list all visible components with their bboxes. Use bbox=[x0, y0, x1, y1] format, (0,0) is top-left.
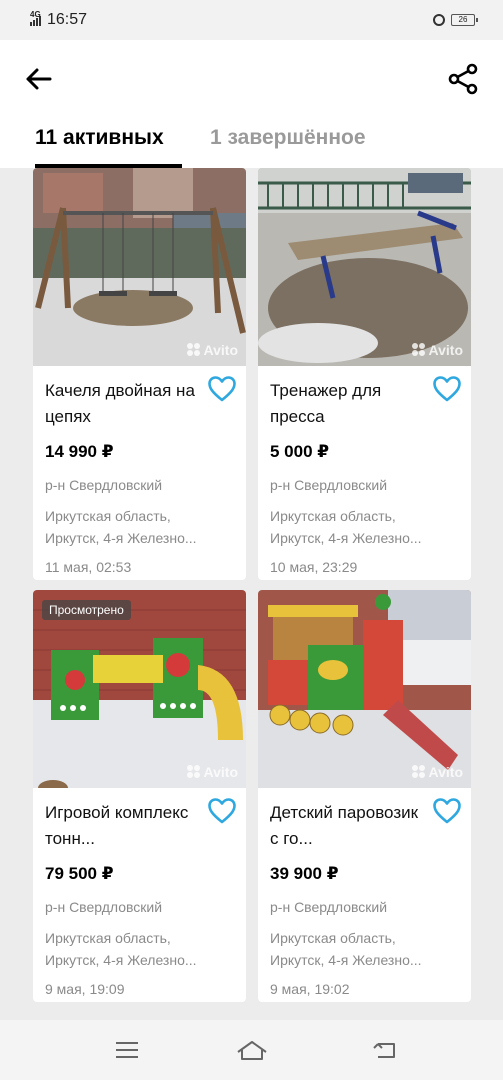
app-header: 11 активных 1 завершённое bbox=[0, 40, 503, 168]
listing-date: 11 мая, 02:53 bbox=[45, 559, 132, 575]
tab-finished[interactable]: 1 завершённое bbox=[210, 126, 366, 150]
listing-title[interactable]: Тренажер для пресса bbox=[270, 378, 420, 430]
system-nav-bar bbox=[0, 1020, 503, 1080]
listing-grid: Avito Качеля двойная на цепях 14 990 ₽ р… bbox=[33, 168, 473, 1002]
alarm-icon bbox=[433, 14, 445, 26]
address-line-2: Иркутск, 4-я Железно... bbox=[270, 530, 422, 546]
arrow-left-icon[interactable] bbox=[22, 62, 56, 96]
listing-photo[interactable]: Avito bbox=[258, 590, 471, 788]
tabs: 11 активных 1 завершённое bbox=[0, 120, 503, 168]
back-icon[interactable] bbox=[370, 1038, 400, 1062]
listing-date: 9 мая, 19:09 bbox=[45, 981, 125, 997]
watermark: Avito bbox=[411, 342, 463, 358]
avito-logo-icon bbox=[411, 765, 426, 779]
listing-price: 79 500 ₽ bbox=[45, 864, 114, 883]
listing-price: 5 000 ₽ bbox=[270, 442, 330, 461]
share-icon[interactable] bbox=[447, 62, 479, 96]
listing-title[interactable]: Детский паровозик с го... bbox=[270, 800, 420, 852]
menu-icon[interactable] bbox=[112, 1038, 142, 1062]
watermark-text: Avito bbox=[428, 342, 463, 358]
status-bar: 4G 16:57 26 bbox=[0, 0, 503, 40]
viewed-badge: Просмотрено bbox=[42, 600, 131, 620]
watermark-text: Avito bbox=[203, 342, 238, 358]
listing-info: Игровой комплекс тонн... 79 500 ₽ р-н Св… bbox=[33, 788, 246, 999]
address-line-1: Иркутская область, bbox=[45, 930, 171, 946]
address-line-2: Иркутск, 4-я Железно... bbox=[45, 952, 197, 968]
listing-price: 14 990 ₽ bbox=[45, 442, 114, 461]
listing-card[interactable]: Avito Тренажер для пресса 5 000 ₽ р-н Св… bbox=[258, 168, 471, 580]
watermark-text: Avito bbox=[203, 764, 238, 780]
listing-info: Качеля двойная на цепях 14 990 ₽ р-н Све… bbox=[33, 366, 246, 577]
signal-icon: 4G bbox=[30, 10, 41, 26]
listing-district: р-н Свердловский bbox=[270, 899, 388, 915]
heart-icon[interactable] bbox=[433, 376, 461, 402]
listing-card[interactable]: Avito Качеля двойная на цепях 14 990 ₽ р… bbox=[33, 168, 246, 580]
listing-address: Иркутская область, Иркутск, 4-я Железно.… bbox=[45, 927, 234, 971]
listing-card[interactable]: Просмотрено Avito Игровой комплекс тонн.… bbox=[33, 590, 246, 1002]
listing-info: Детский паровозик с го... 39 900 ₽ р-н С… bbox=[258, 788, 471, 999]
address-line-2: Иркутск, 4-я Железно... bbox=[270, 952, 422, 968]
listing-address: Иркутская область, Иркутск, 4-я Железно.… bbox=[270, 505, 459, 549]
listing-date: 9 мая, 19:02 bbox=[270, 981, 350, 997]
listing-price: 39 900 ₽ bbox=[270, 864, 339, 883]
heart-icon[interactable] bbox=[208, 376, 236, 402]
listing-district: р-н Свердловский bbox=[45, 477, 163, 493]
heart-icon[interactable] bbox=[208, 798, 236, 824]
avito-logo-icon bbox=[186, 765, 201, 779]
heart-icon[interactable] bbox=[433, 798, 461, 824]
listing-photo[interactable]: Просмотрено Avito bbox=[33, 590, 246, 788]
address-line-2: Иркутск, 4-я Железно... bbox=[45, 530, 197, 546]
listing-title[interactable]: Игровой комплекс тонн... bbox=[45, 800, 195, 852]
address-line-1: Иркутская область, bbox=[270, 930, 396, 946]
address-line-1: Иркутская область, bbox=[270, 508, 396, 524]
status-time: 16:57 bbox=[47, 11, 88, 28]
listing-address: Иркутская область, Иркутск, 4-я Железно.… bbox=[45, 505, 234, 549]
watermark-text: Avito bbox=[428, 764, 463, 780]
avito-logo-icon bbox=[411, 343, 426, 357]
listing-title[interactable]: Качеля двойная на цепях bbox=[45, 378, 195, 430]
listing-address: Иркутская область, Иркутск, 4-я Железно.… bbox=[270, 927, 459, 971]
listing-district: р-н Свердловский bbox=[270, 477, 388, 493]
tab-active[interactable]: 11 активных bbox=[35, 126, 164, 150]
listing-info: Тренажер для пресса 5 000 ₽ р-н Свердлов… bbox=[258, 366, 471, 577]
status-left: 4G 16:57 bbox=[30, 10, 88, 29]
listing-card[interactable]: Avito Детский паровозик с го... 39 900 ₽… bbox=[258, 590, 471, 1002]
status-right: 26 bbox=[433, 14, 478, 26]
watermark: Avito bbox=[411, 764, 463, 780]
listing-photo[interactable]: Avito bbox=[258, 168, 471, 366]
listing-photo[interactable]: Avito bbox=[33, 168, 246, 366]
watermark: Avito bbox=[186, 342, 238, 358]
battery-level: 26 bbox=[458, 15, 468, 24]
listing-district: р-н Свердловский bbox=[45, 899, 163, 915]
home-icon[interactable] bbox=[235, 1038, 269, 1062]
address-line-1: Иркутская область, bbox=[45, 508, 171, 524]
battery-icon: 26 bbox=[451, 14, 478, 26]
listing-date: 10 мая, 23:29 bbox=[270, 559, 358, 575]
avito-logo-icon bbox=[186, 343, 201, 357]
network-type: 4G bbox=[30, 10, 41, 19]
watermark: Avito bbox=[186, 764, 238, 780]
